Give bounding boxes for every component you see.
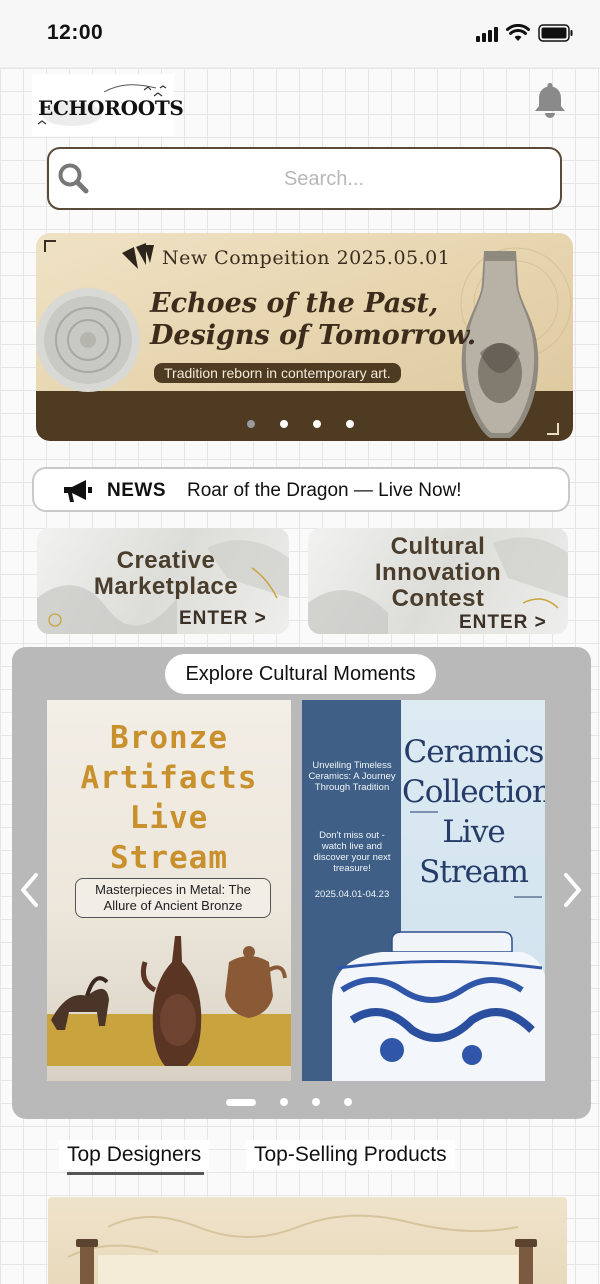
pagination-dot[interactable] [226, 1098, 256, 1106]
active-tab-indicator [67, 1172, 204, 1175]
card-title: Cultural Innovation Contest [348, 534, 528, 612]
search-bar[interactable] [47, 147, 562, 210]
notification-bell-icon[interactable] [532, 80, 568, 125]
cellular-signal-icon [476, 26, 498, 42]
card-title-line1: Cultural [390, 533, 486, 560]
card-title-line1: Creative [116, 547, 216, 574]
search-input[interactable] [109, 157, 539, 201]
bronze-live-stream-poster[interactable]: Bronze Artifacts Live Stream Masterpiece… [47, 700, 291, 1081]
news-ticker[interactable]: NEWS Roar of the Dragon — Live Now! [32, 467, 570, 512]
pagination-dot[interactable] [346, 420, 354, 428]
explore-pagination[interactable] [226, 1098, 352, 1106]
banner-pagination[interactable] [247, 420, 354, 428]
battery-icon [538, 24, 574, 42]
pagination-dot[interactable] [312, 1098, 320, 1106]
carousel-next-arrow-icon[interactable] [562, 872, 584, 913]
banner-headline-line2: Designs of Tomorrow. [150, 320, 477, 351]
card-title-line2: Marketplace [93, 573, 239, 600]
card-title: Creative Marketplace [81, 548, 251, 600]
blue-white-jar-image [332, 811, 545, 1081]
card-title-line2: Innovation [374, 559, 502, 586]
cultural-innovation-contest-card[interactable]: Cultural Innovation Contest ENTER > [308, 528, 568, 634]
pagination-dot[interactable] [280, 420, 288, 428]
search-icon[interactable] [57, 162, 91, 201]
news-text[interactable]: Roar of the Dragon — Live Now! [187, 480, 462, 502]
news-label: NEWS [107, 480, 166, 501]
scroll-artwork [67, 1214, 537, 1284]
enter-link[interactable]: ENTER > [179, 608, 267, 630]
banner-headline: Echoes of the Past, Designs of Tomorrow. [150, 288, 476, 352]
status-icons [476, 24, 574, 42]
explore-carousel: Explore Cultural Moments Bronze Artifact… [12, 647, 591, 1119]
status-time: 12:00 [47, 21, 104, 44]
enter-link[interactable]: ENTER > [459, 612, 547, 634]
ceramics-live-stream-poster[interactable]: Unveiling Timeless Ceramics: A Journey T… [302, 700, 545, 1081]
explore-title: Explore Cultural Moments [165, 654, 436, 694]
banner-kicker: New Compeition 2025.05.01 [162, 247, 451, 269]
banner-headline-line1: Echoes of the Past, [150, 288, 439, 319]
pagination-dot[interactable] [313, 420, 321, 428]
promo-banner[interactable]: New Compeition 2025.05.01 Echoes of the … [36, 233, 573, 441]
logo-text: ECHOROOTS [38, 96, 184, 120]
tab-top-designers[interactable]: Top Designers [59, 1140, 210, 1170]
pagination-dot[interactable] [344, 1098, 352, 1106]
pagination-dot[interactable] [280, 1098, 288, 1106]
card-title-line3: Contest [391, 585, 485, 612]
banner-tagline: Tradition reborn in contemporary art. [154, 363, 401, 383]
designer-card[interactable] [48, 1197, 567, 1284]
carousel-prev-arrow-icon[interactable] [18, 872, 40, 913]
bronze-artifacts-image [51, 936, 287, 1066]
creative-marketplace-card[interactable]: Creative Marketplace ENTER > [37, 528, 289, 634]
logo[interactable]: ECHOROOTS [32, 74, 184, 136]
megaphone-icon [62, 478, 94, 509]
status-bar: 12:00 [0, 0, 600, 68]
pagination-dot[interactable] [247, 420, 255, 428]
tab-top-selling-products[interactable]: Top-Selling Products [246, 1140, 455, 1170]
wifi-icon [506, 24, 530, 42]
